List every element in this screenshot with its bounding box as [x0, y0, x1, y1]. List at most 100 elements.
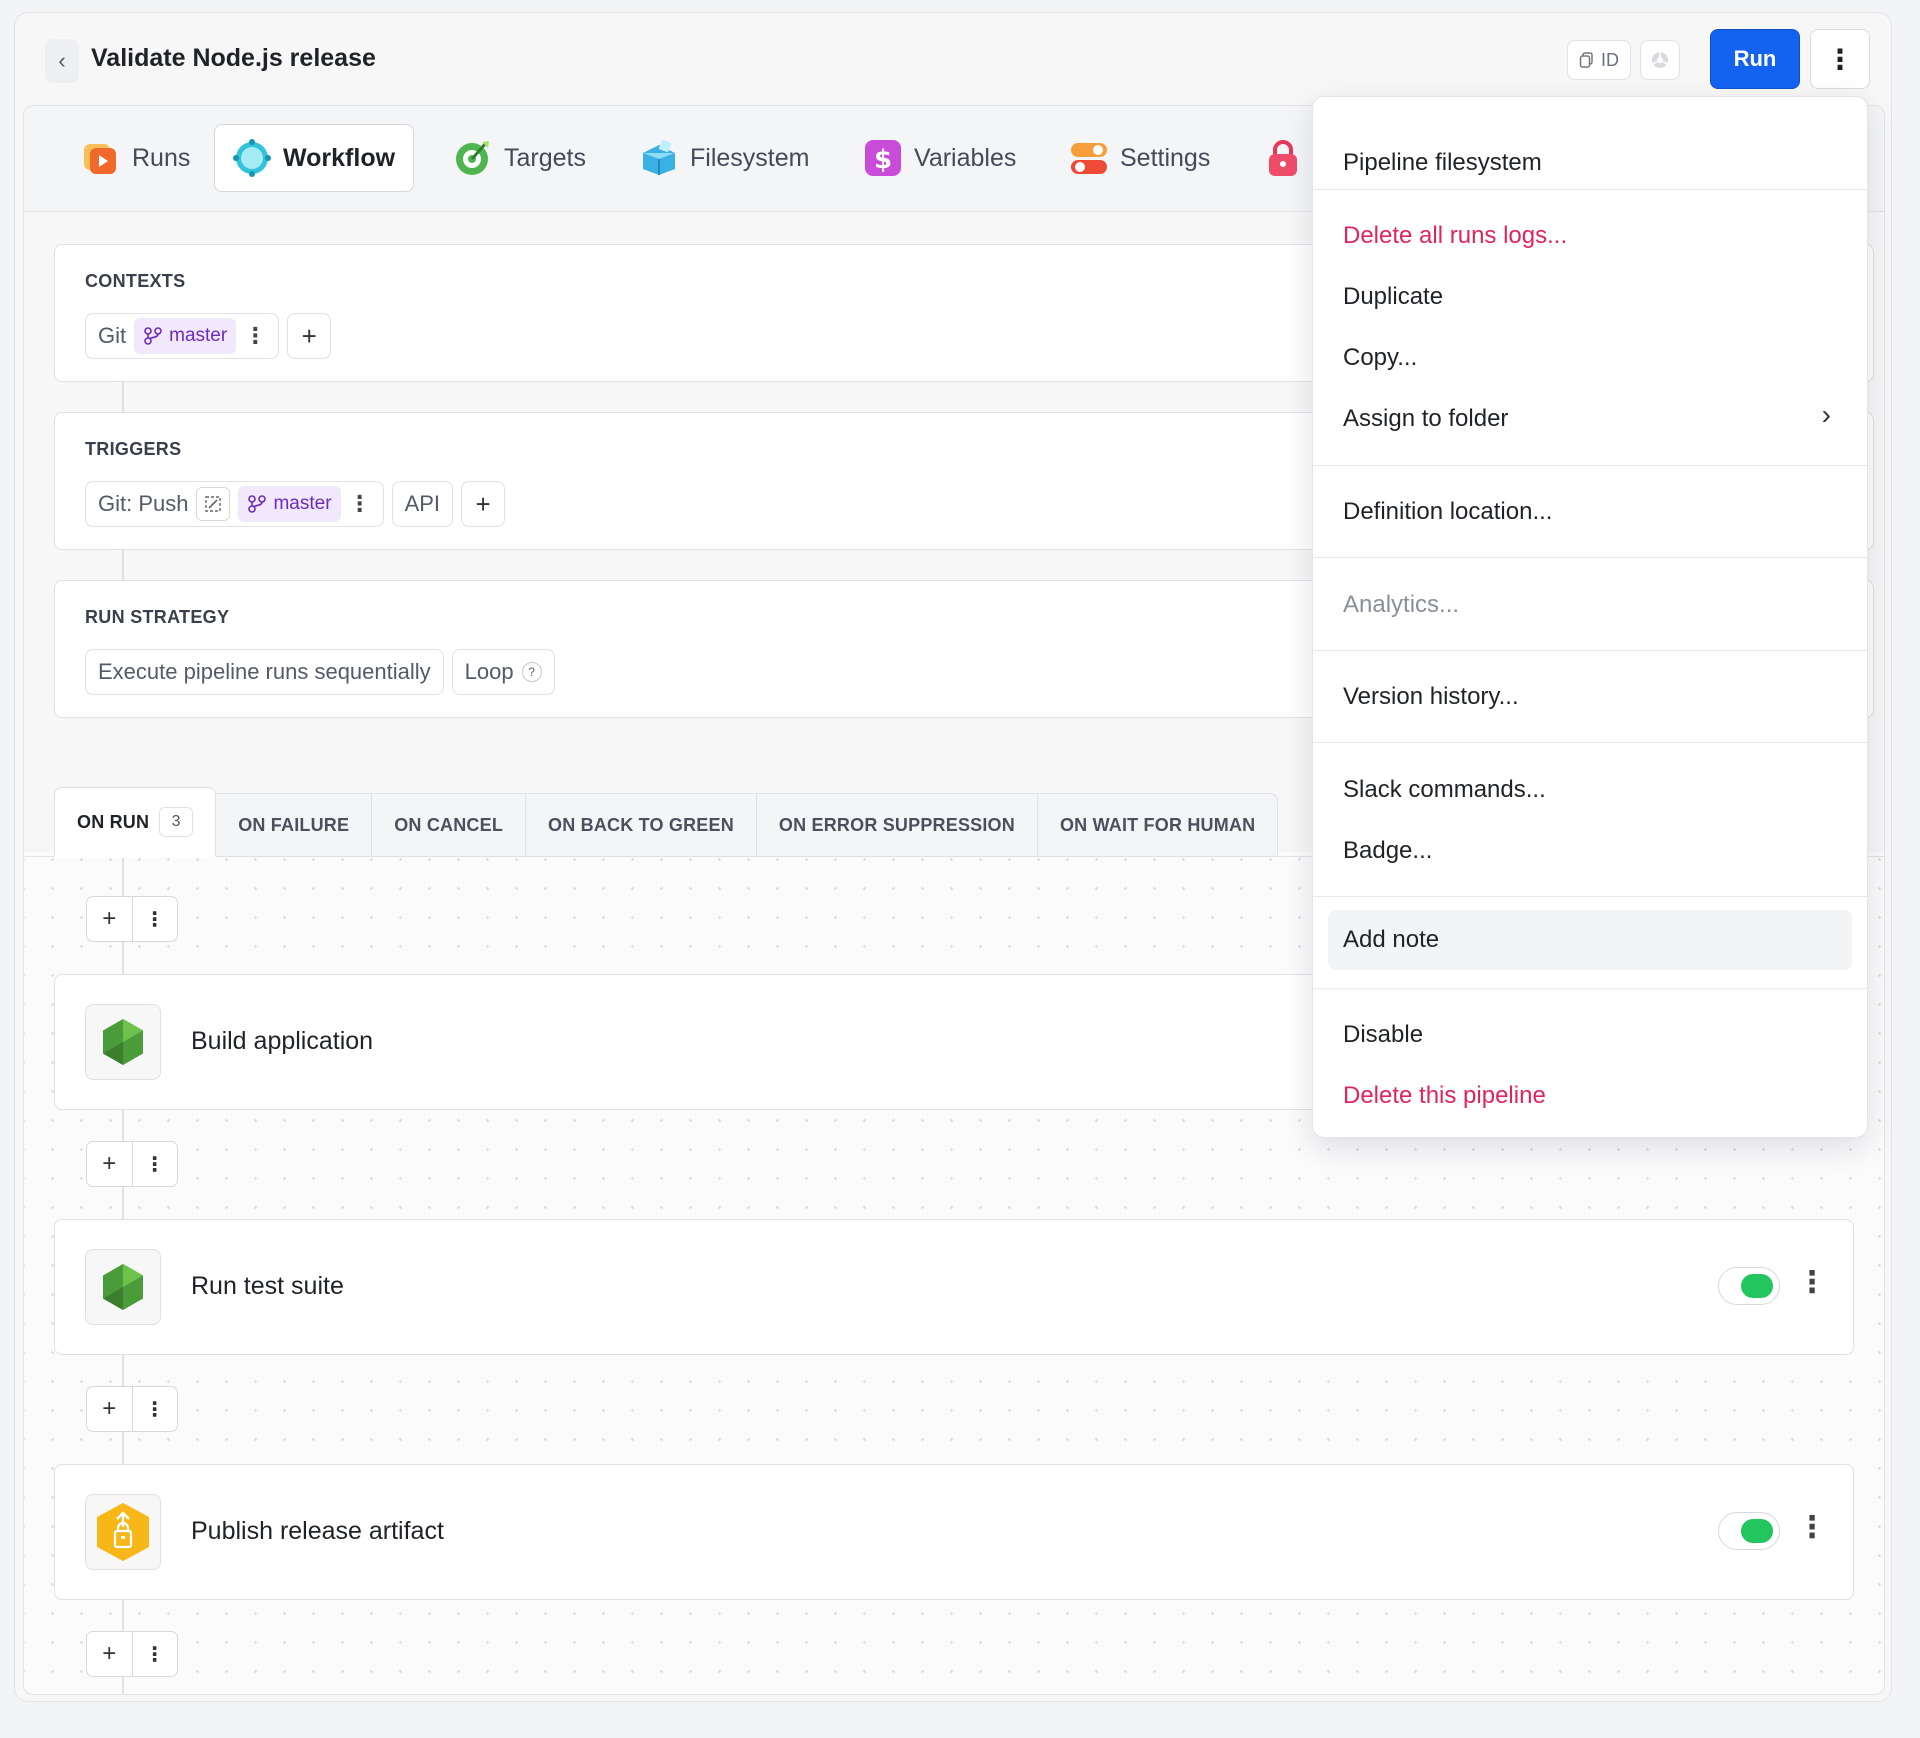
menu-item-disable[interactable]: Disable — [1343, 1015, 1423, 1055]
more-vertical-icon: ⋮ — [1826, 43, 1854, 75]
tab-on-back-to-green[interactable]: ON BACK TO GREEN — [526, 793, 757, 857]
branch-badge: master — [134, 318, 237, 354]
run-mode-label: Execute pipeline runs sequentially — [98, 659, 431, 684]
permissions-icon — [1264, 139, 1302, 177]
run-button[interactable]: Run — [1710, 29, 1800, 89]
add-trigger-button[interactable]: + — [461, 481, 506, 527]
menu-item-analytics[interactable]: Analytics... — [1343, 585, 1459, 625]
chevron-right-icon: › — [1821, 399, 1831, 430]
nodejs-icon — [85, 1249, 161, 1325]
tab-on-wait-for-human[interactable]: ON WAIT FOR HUMAN — [1037, 793, 1279, 857]
tab-label: ON WAIT FOR HUMAN — [1059, 814, 1256, 835]
tab-on-cancel[interactable]: ON CANCEL — [372, 793, 527, 857]
tab-targets[interactable]: Targets — [436, 124, 604, 192]
page-title: Validate Node.js release — [91, 44, 376, 72]
api-trigger-chip[interactable]: API — [391, 481, 454, 527]
menu-divider — [1313, 557, 1867, 558]
menu-divider — [1313, 742, 1867, 743]
webhook-icon — [1652, 52, 1668, 68]
menu-item-add-note[interactable]: Add note — [1343, 920, 1439, 960]
tab-variables[interactable]: $ Variables — [846, 124, 1034, 192]
menu-item-badge[interactable]: Badge... — [1343, 831, 1432, 871]
action-name: Publish release artifact — [191, 1517, 444, 1545]
add-action-options-icon[interactable]: ⋮ — [133, 1632, 178, 1676]
filesystem-icon — [640, 139, 678, 177]
add-action-button[interactable]: + — [87, 1387, 133, 1431]
loop-chip[interactable]: Loop ? — [451, 649, 555, 695]
git-push-label: Git: Push — [98, 491, 189, 516]
runs-icon — [82, 139, 120, 177]
run-strategy-row: Execute pipeline runs sequentially Loop … — [85, 649, 555, 695]
contexts-row: Git master ⋮ + — [85, 313, 332, 359]
tab-label: ON BACK TO GREEN — [548, 814, 734, 835]
menu-divider — [1313, 650, 1867, 651]
add-context-button[interactable]: + — [287, 313, 332, 359]
copy-id-button[interactable]: ID — [1567, 40, 1631, 80]
action-enabled-toggle[interactable] — [1718, 1267, 1780, 1305]
menu-item-delete-pipeline[interactable]: Delete this pipeline — [1343, 1076, 1546, 1116]
tab-filesystem[interactable]: Filesystem — [622, 124, 827, 192]
action-enabled-toggle[interactable] — [1718, 1512, 1780, 1550]
add-action-button[interactable]: + — [87, 1142, 133, 1186]
menu-item-delete-runs-logs[interactable]: Delete all runs logs... — [1343, 216, 1567, 256]
git-push-trigger-chip[interactable]: Git: Push master ⋮ — [85, 481, 384, 527]
branch-badge: master — [238, 486, 341, 522]
tab-label: Settings — [1120, 143, 1211, 172]
branch-icon — [248, 495, 267, 513]
menu-item-slack-commands[interactable]: Slack commands... — [1343, 770, 1546, 810]
more-vertical-icon[interactable]: ⋮ — [1797, 1510, 1827, 1545]
chevron-left-icon: ‹ — [58, 48, 66, 73]
branch-name: master — [273, 493, 332, 514]
add-action-options-icon[interactable]: ⋮ — [133, 1387, 178, 1431]
tab-label: ON ERROR SUPPRESSION — [778, 814, 1015, 835]
context-options-icon[interactable]: ⋮ — [244, 325, 266, 347]
svg-text:$: $ — [874, 145, 892, 175]
tab-settings[interactable]: Settings — [1052, 124, 1228, 192]
event-tabs: ON RUN 3 ON FAILURE ON CANCEL ON BACK TO… — [54, 787, 1279, 857]
tab-label: Targets — [504, 143, 586, 172]
tab-on-failure[interactable]: ON FAILURE — [216, 793, 373, 857]
run-mode-chip[interactable]: Execute pipeline runs sequentially — [85, 649, 444, 695]
webhook-button[interactable] — [1640, 40, 1680, 80]
branch-icon — [144, 327, 162, 345]
connector-line — [122, 548, 124, 582]
api-label: API — [404, 491, 441, 516]
add-action-options-icon[interactable]: ⋮ — [133, 1142, 178, 1186]
add-action-button[interactable]: + — [87, 897, 133, 941]
variables-icon: $ — [864, 139, 902, 177]
more-vertical-icon[interactable]: ⋮ — [1797, 1265, 1827, 1300]
plus-icon: + — [301, 320, 317, 351]
contexts-label: CONTEXTS — [85, 271, 186, 291]
git-label: Git — [98, 323, 127, 348]
menu-item-pipeline-filesystem[interactable]: Pipeline filesystem — [1343, 143, 1542, 183]
back-button[interactable]: ‹ — [45, 39, 79, 83]
menu-item-definition-location[interactable]: Definition location... — [1343, 492, 1552, 532]
git-context-chip[interactable]: Git master ⋮ — [85, 313, 280, 359]
action-card[interactable]: Publish release artifact ⋮ — [54, 1464, 1854, 1600]
add-action-control: + ⋮ — [86, 1386, 178, 1432]
tab-label: ON RUN — [77, 811, 150, 832]
menu-item-version-history[interactable]: Version history... — [1343, 677, 1519, 717]
tab-on-run[interactable]: ON RUN 3 — [54, 787, 217, 857]
action-count-badge: 3 — [159, 807, 194, 837]
action-name: Build application — [191, 1027, 374, 1055]
menu-item-assign-to-folder[interactable]: Assign to folder — [1343, 399, 1833, 439]
pipeline-options-menu: Pipeline filesystem Delete all runs logs… — [1312, 96, 1868, 1138]
tab-workflow[interactable]: Workflow — [214, 124, 415, 192]
trigger-options-icon[interactable]: ⋮ — [349, 493, 371, 515]
tab-label: ON CANCEL — [394, 814, 504, 835]
action-card[interactable]: Run test suite ⋮ — [54, 1219, 1854, 1355]
triggers-row: Git: Push master ⋮ API + — [85, 481, 506, 527]
top-bar: ‹ Validate Node.js release ID Run ⋮ — [15, 13, 1891, 105]
add-action-options-icon[interactable]: ⋮ — [133, 897, 178, 941]
menu-item-duplicate[interactable]: Duplicate — [1343, 277, 1443, 317]
menu-item-copy[interactable]: Copy... — [1343, 338, 1417, 378]
tab-on-error-suppression[interactable]: ON ERROR SUPPRESSION — [756, 793, 1038, 857]
menu-divider — [1313, 896, 1867, 897]
edit-icon[interactable] — [196, 487, 231, 521]
more-options-button[interactable]: ⋮ — [1810, 29, 1870, 89]
add-action-button[interactable]: + — [87, 1632, 133, 1676]
triggers-label: TRIGGERS — [85, 439, 182, 459]
tab-runs[interactable]: Runs — [64, 124, 208, 192]
help-icon[interactable]: ? — [521, 662, 542, 682]
